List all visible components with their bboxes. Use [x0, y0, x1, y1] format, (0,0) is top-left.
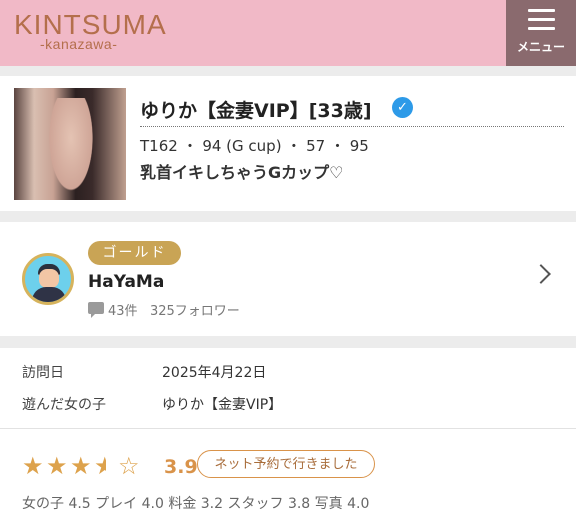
site-header: KINTSUMA -kanazawa- メニュー	[0, 0, 576, 66]
verified-check-icon: ✓	[392, 97, 413, 118]
photo-figure	[46, 98, 96, 198]
sub-scores: 女の子 4.5 プレイ 4.0 料金 3.2 スタッフ 3.8 写真 4.0	[22, 496, 370, 512]
avatar-body	[32, 287, 66, 302]
menu-button[interactable]: メニュー	[506, 0, 576, 66]
profile-card[interactable]: ゆりか【金妻VIP】[33歳] ✓ T162 ・ 94 (G cup) ・ 57…	[0, 76, 576, 211]
review-count: 43件	[108, 304, 138, 319]
profile-name-row: ゆりか【金妻VIP】[33歳] ✓	[140, 92, 564, 127]
star-rating: ★★★★☆	[22, 452, 142, 480]
star-filled-icon: ★	[46, 452, 69, 480]
divider	[0, 428, 576, 429]
profile-stats: T162 ・ 94 (G cup) ・ 57 ・ 95	[140, 137, 369, 155]
reviewer-name[interactable]: HaYaMa	[88, 272, 164, 292]
follower-count: 325フォロワー	[149, 304, 240, 319]
star-filled-icon: ★	[22, 452, 45, 480]
profile-photo[interactable]	[14, 88, 126, 200]
booking-badge: ネット予約で行きました	[197, 450, 375, 478]
review-details-card: 訪問日 2025年4月22日 遊んだ女の子 ゆりか【金妻VIP】 ★★★★☆ 3…	[0, 348, 576, 518]
avatar[interactable]	[22, 253, 74, 305]
chevron-right-icon[interactable]	[531, 264, 551, 284]
comment-icon	[88, 302, 104, 318]
girl-name-value[interactable]: ゆりか【金妻VIP】	[162, 394, 282, 414]
visit-date-label: 訪問日	[22, 365, 64, 381]
star-filled-icon: ★	[70, 452, 93, 480]
girl-label: 遊んだ女の子	[22, 397, 106, 413]
profile-catchphrase: 乳首イキしちゃうGカップ♡	[140, 163, 344, 182]
visit-date-value: 2025年4月22日	[162, 365, 267, 381]
profile-name[interactable]: ゆりか【金妻VIP】[33歳]	[140, 96, 372, 123]
hamburger-icon	[528, 9, 555, 36]
reviewer-card[interactable]: ゴールド HaYaMa 43件 325フォロワー	[0, 222, 576, 336]
star-half-icon: ★	[94, 452, 117, 480]
rank-badge: ゴールド	[88, 241, 181, 265]
menu-label: メニュー	[516, 40, 565, 54]
star-empty-icon: ☆	[118, 452, 141, 480]
overall-score: 3.9	[164, 456, 198, 478]
site-logo-subtitle: -kanazawa-	[40, 36, 118, 52]
reviewer-counts: 43件 325フォロワー	[108, 300, 240, 319]
avatar-face	[39, 269, 59, 288]
